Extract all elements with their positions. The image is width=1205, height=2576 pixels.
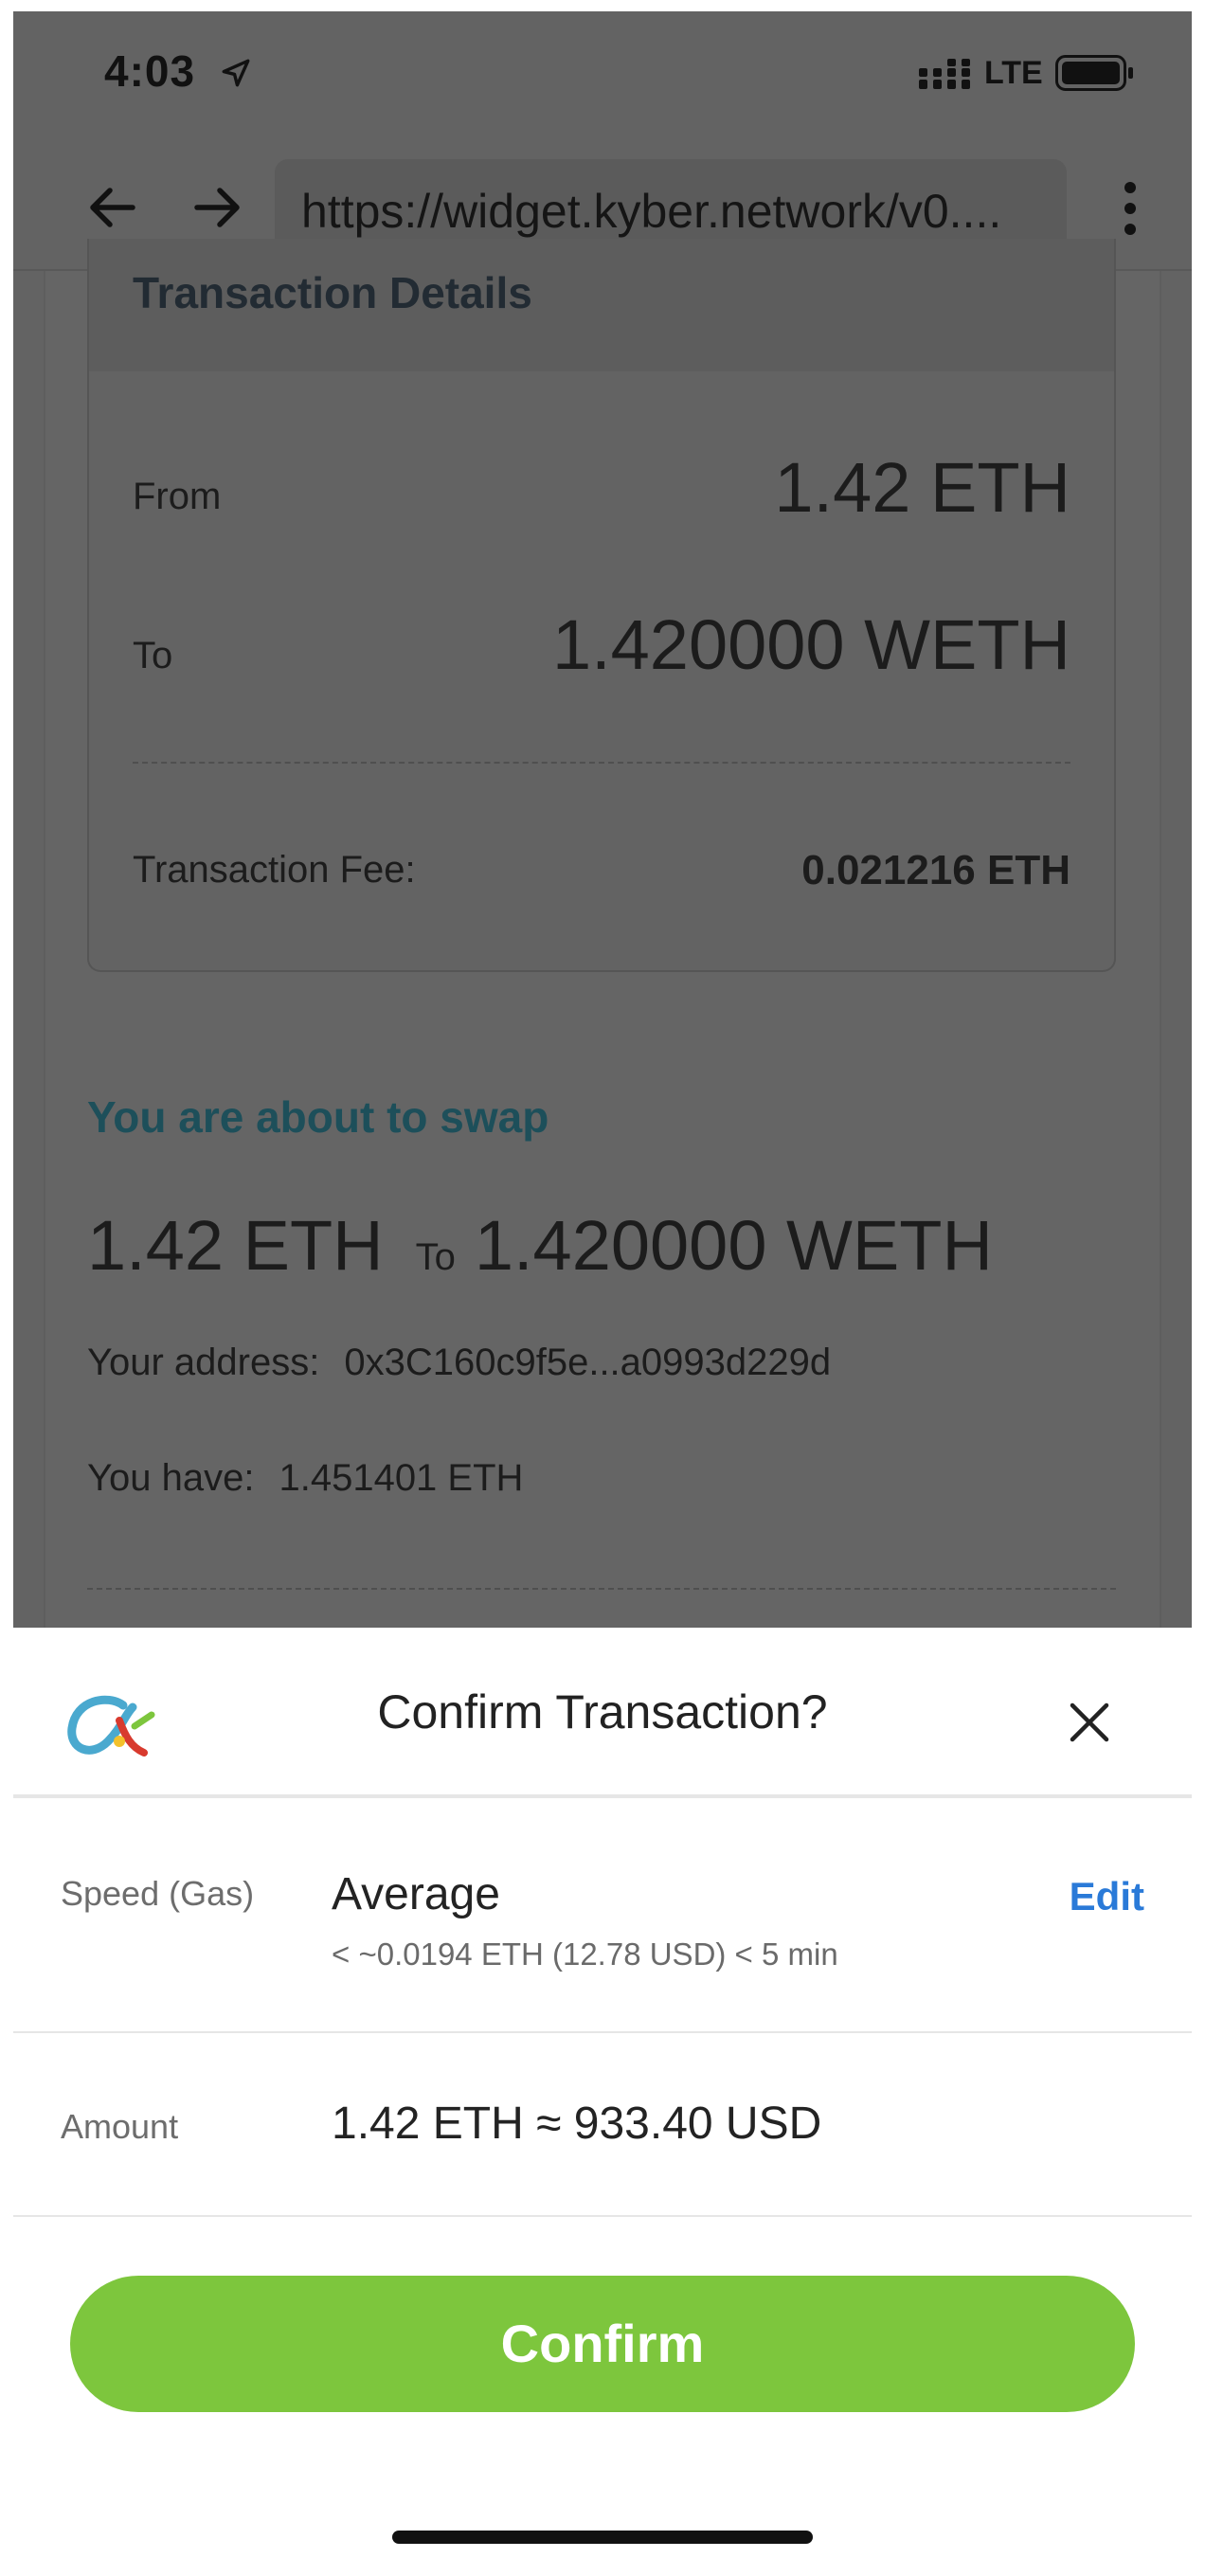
- sheet-title: Confirm Transaction?: [377, 1685, 828, 1738]
- sheet-header: Confirm Transaction?: [13, 1628, 1192, 1798]
- balance-line: You have: 1.451401 ETH: [87, 1457, 523, 1500]
- speed-row: Speed (Gas) Average < ~0.0194 ETH (12.78…: [13, 1802, 1192, 2033]
- card-header: Transaction Details: [89, 239, 1114, 371]
- url-text: https://widget.kyber.network/v0....: [301, 185, 1002, 238]
- battery-icon: [1055, 55, 1133, 91]
- status-time: 4:03: [104, 46, 196, 96]
- divider: [133, 762, 1070, 764]
- balance-value: 1.451401 ETH: [279, 1457, 524, 1499]
- swap-from-amount: 1.42 ETH: [87, 1206, 384, 1285]
- more-vertical-icon[interactable]: [1116, 178, 1144, 239]
- balance-label: You have:: [87, 1457, 255, 1499]
- amount-row: Amount 1.42 ETH ≈ 933.40 USD: [13, 2033, 1192, 2217]
- swap-summary: 1.42 ETH To 1.420000 WETH: [87, 1205, 993, 1286]
- signal-icon: [919, 59, 970, 89]
- location-arrow-icon: [222, 59, 250, 87]
- fee-label: Transaction Fee:: [133, 849, 416, 891]
- close-icon[interactable]: [1067, 1700, 1112, 1745]
- screen: 4:03 LTE https://widget.kyber.network/v0…: [13, 11, 1192, 2564]
- amount-label: Amount: [61, 2107, 179, 2146]
- transaction-details-card: Transaction Details From 1.42 ETH To 1.4…: [87, 239, 1116, 972]
- amount-value: 1.42 ETH ≈ 933.40 USD: [332, 2099, 822, 2149]
- confirm-sheet: Confirm Transaction? Speed (Gas) Average…: [13, 1628, 1192, 2564]
- from-value: 1.42 ETH: [774, 448, 1070, 527]
- to-label: To: [133, 635, 173, 676]
- to-value: 1.420000 WETH: [551, 605, 1070, 684]
- forward-arrow-icon[interactable]: [186, 176, 248, 239]
- speed-detail: < ~0.0194 ETH (12.78 USD) < 5 min: [332, 1937, 838, 1972]
- card-title: Transaction Details: [133, 268, 532, 317]
- confirm-button[interactable]: Confirm: [70, 2276, 1135, 2412]
- network-type: LTE: [984, 55, 1043, 91]
- swap-to-amount: 1.420000 WETH: [474, 1206, 993, 1285]
- back-arrow-icon[interactable]: [81, 176, 144, 239]
- swap-to-word: To: [415, 1236, 456, 1278]
- divider: [87, 1588, 1116, 1590]
- status-bar: 4:03 LTE: [13, 11, 1192, 144]
- address-label: Your address:: [87, 1342, 320, 1383]
- fee-value: 0.021216 ETH: [801, 847, 1070, 893]
- speed-label: Speed (Gas): [61, 1874, 255, 1913]
- address-value: 0x3C160c9f5e...a0993d229d: [344, 1342, 832, 1383]
- speed-value: Average: [332, 1869, 500, 1919]
- home-indicator[interactable]: [392, 2531, 813, 2544]
- address-line: Your address: 0x3C160c9f5e...a0993d229d: [87, 1342, 831, 1384]
- swap-heading: You are about to swap: [87, 1092, 549, 1142]
- from-label: From: [133, 476, 222, 517]
- edit-gas-button[interactable]: Edit: [1070, 1874, 1144, 1919]
- web-page-dimmed: 4:03 LTE https://widget.kyber.network/v0…: [13, 11, 1192, 1628]
